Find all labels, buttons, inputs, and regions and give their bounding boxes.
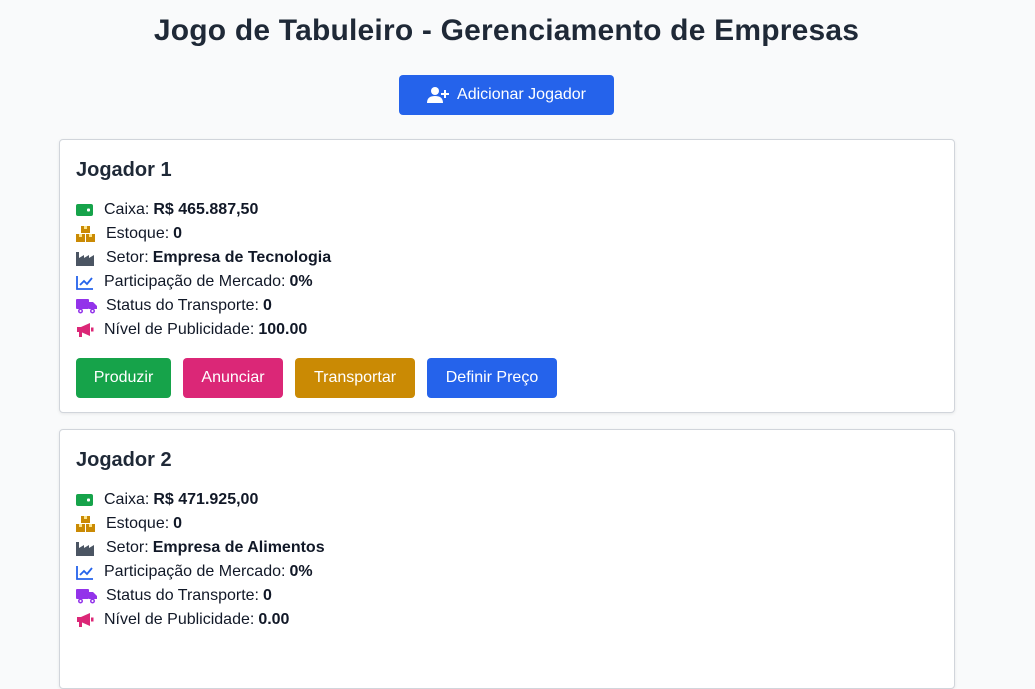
add-player-label: Adicionar Jogador	[457, 86, 586, 103]
stock-row: Estoque: 0	[76, 512, 938, 536]
truck-icon	[76, 297, 98, 315]
produce-button[interactable]: Produzir	[76, 358, 171, 398]
player-name: Jogador 2	[76, 449, 172, 471]
page-title: Jogo de Tabuleiro - Gerenciamento de Emp…	[153, 14, 860, 47]
line-chart-icon	[76, 273, 96, 291]
transport-value: 0	[262, 587, 272, 604]
transport-value: 0	[262, 297, 272, 314]
sector-label: Setor:	[106, 249, 149, 266]
advertising-row: Nível de Publicidade: 0.00	[76, 608, 938, 632]
industry-icon	[76, 539, 98, 557]
stock-row: Estoque: 0	[76, 222, 938, 246]
market-share-value: 0%	[289, 273, 313, 290]
player-name: Jogador 1	[76, 159, 172, 181]
cash-label: Caixa:	[104, 491, 150, 508]
wallet-icon	[76, 491, 96, 509]
sector-row: Setor: Empresa de Tecnologia	[76, 246, 938, 270]
megaphone-icon	[76, 611, 96, 629]
add-player-button[interactable]: Adicionar Jogador	[399, 75, 614, 115]
industry-icon	[76, 249, 98, 267]
market-share-row: Participação de Mercado: 0%	[76, 560, 938, 584]
set-price-button[interactable]: Definir Preço	[427, 358, 557, 398]
cash-label: Caixa:	[104, 201, 150, 218]
transport-row: Status do Transporte: 0	[76, 584, 938, 608]
cash-row: Caixa: R$ 471.925,00	[76, 488, 938, 512]
sector-value: Empresa de Alimentos	[152, 539, 325, 556]
player-card: Jogador 1 Caixa: R$ 465.887,50 Estoque: …	[59, 139, 955, 413]
player-card: Jogador 2 Caixa: R$ 471.925,00 Estoque: …	[59, 429, 955, 689]
sector-label: Setor:	[106, 539, 149, 556]
truck-icon	[76, 587, 98, 605]
player-actions: Produzir Anunciar Transportar Definir Pr…	[76, 358, 938, 398]
market-share-value: 0%	[289, 563, 313, 580]
line-chart-icon	[76, 563, 96, 581]
advertise-button[interactable]: Anunciar	[183, 358, 283, 398]
advertising-value: 100.00	[258, 321, 308, 338]
boxes-icon	[76, 225, 98, 243]
advertising-label: Nível de Publicidade:	[104, 321, 255, 338]
advertising-value: 0.00	[258, 611, 290, 628]
stock-label: Estoque:	[106, 225, 170, 242]
transport-label: Status do Transporte:	[106, 297, 259, 314]
transport-row: Status do Transporte: 0	[76, 294, 938, 318]
cash-value: R$ 465.887,50	[153, 201, 259, 218]
market-share-row: Participação de Mercado: 0%	[76, 270, 938, 294]
cash-row: Caixa: R$ 465.887,50	[76, 198, 938, 222]
stock-label: Estoque:	[106, 515, 170, 532]
sector-value: Empresa de Tecnologia	[152, 249, 332, 266]
advertising-row: Nível de Publicidade: 100.00	[76, 318, 938, 342]
megaphone-icon	[76, 321, 96, 339]
user-plus-icon	[427, 86, 450, 104]
stock-value: 0	[173, 225, 183, 242]
stock-value: 0	[173, 515, 183, 532]
market-share-label: Participação de Mercado:	[104, 563, 286, 580]
market-share-label: Participação de Mercado:	[104, 273, 286, 290]
boxes-icon	[76, 515, 98, 533]
wallet-icon	[76, 201, 96, 219]
transport-label: Status do Transporte:	[106, 587, 259, 604]
transport-button[interactable]: Transportar	[295, 358, 415, 398]
advertising-label: Nível de Publicidade:	[104, 611, 255, 628]
sector-row: Setor: Empresa de Alimentos	[76, 536, 938, 560]
cash-value: R$ 471.925,00	[153, 491, 259, 508]
